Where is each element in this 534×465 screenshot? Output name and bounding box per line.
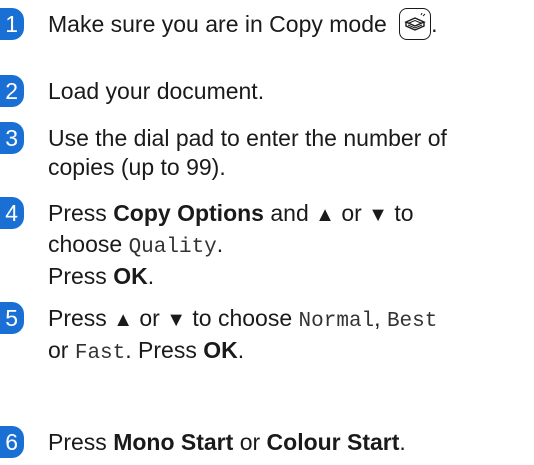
down-arrow-icon: ▼ (166, 309, 187, 331)
text-press: Press (48, 263, 107, 289)
step-3-line-1: Use the dial pad to enter the number of (48, 125, 447, 151)
key-colour-start: Colour Start (266, 429, 400, 455)
text-to-choose: to choose (192, 305, 293, 331)
menu-value-fast: Fast (74, 342, 126, 365)
period: . (216, 231, 224, 257)
step-2-text: Load your document. (48, 78, 265, 104)
step-3-text: Use the dial pad to enter the number of … (48, 124, 447, 182)
up-arrow-icon: ▲ (113, 309, 133, 331)
step-number-badge: 1 (0, 8, 24, 40)
down-arrow-icon: ▼ (368, 204, 388, 226)
period: . (399, 429, 406, 455)
step-6-text: Press Mono Start or Colour Start. (48, 428, 406, 457)
step-number-badge: 5 (0, 302, 24, 334)
menu-value-quality: Quality (128, 236, 217, 259)
text-or: or (239, 429, 261, 455)
text-or: or (341, 200, 362, 226)
step-number-badge: 6 (0, 426, 24, 458)
step-number-badge: 2 (0, 75, 24, 107)
text-or: or (48, 337, 69, 363)
step-number-badge: 3 (0, 122, 24, 154)
up-arrow-icon: ▲ (315, 204, 335, 226)
period: . (125, 337, 132, 363)
period: . (147, 263, 155, 289)
key-copy-options: Copy Options (113, 200, 264, 226)
key-mono-start: Mono Start (113, 429, 234, 455)
text-press: Press (138, 337, 197, 363)
step-3-line-2: copies (up to 99). (48, 154, 226, 180)
step-4-text: Press Copy Options and ▲ or ▼ to choose … (48, 199, 414, 291)
copy-mode-icon (399, 8, 432, 40)
menu-value-best: Best (386, 310, 438, 333)
step-text: Make sure you are in Copy mode . (48, 8, 438, 42)
instruction-steps: 1 Make sure you are in Copy mode . 2 Loa… (0, 0, 534, 465)
text-choose: choose (48, 231, 123, 257)
text-press: Press (48, 200, 107, 226)
step-number-badge: 4 (0, 197, 24, 229)
comma: , (374, 305, 381, 331)
text-to: to (394, 200, 414, 226)
menu-value-normal: Normal (298, 310, 375, 333)
key-ok: OK (113, 263, 148, 289)
key-ok: OK (203, 337, 238, 363)
text-press: Press (48, 305, 107, 331)
text-press: Press (48, 429, 107, 455)
period: . (431, 11, 438, 38)
step-5-text: Press ▲ or ▼ to choose Normal, Best or F… (48, 304, 437, 368)
text-or: or (139, 305, 160, 331)
step-1-text: Make sure you are in Copy mode (48, 11, 387, 38)
text-and: and (270, 200, 309, 226)
period: . (237, 337, 245, 363)
